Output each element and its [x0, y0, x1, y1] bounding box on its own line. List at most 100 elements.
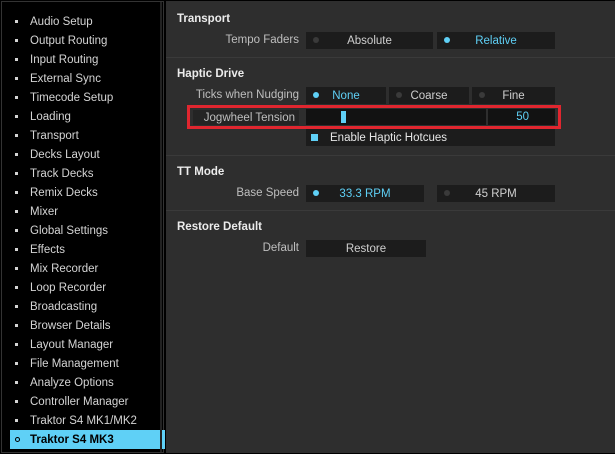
sidebar-item[interactable]: Timecode Setup [10, 88, 165, 107]
ticks-coarse-button[interactable]: Coarse [389, 87, 469, 104]
bullet-icon [15, 39, 18, 42]
section-divider [166, 57, 615, 58]
bullet-icon [15, 305, 18, 308]
bullet-icon [15, 172, 18, 175]
base-speed-45-rpm-button[interactable]: 45 RPM [437, 185, 555, 202]
sidebar-item[interactable]: Mix Recorder [10, 259, 165, 278]
sidebar-item[interactable]: Browser Details [10, 316, 165, 335]
slider-handle[interactable] [341, 111, 346, 123]
settings-panel: Transport Tempo Faders Absolute Relative… [166, 1, 615, 453]
enable-haptic-hotcues-checkbox[interactable]: Enable Haptic Hotcues [306, 129, 555, 146]
preferences-sidebar: Audio Setup Output Routing Input Routing Ex… [1, 1, 165, 453]
default-label: Default [262, 242, 299, 254]
absolute-label: Absolute [347, 34, 392, 47]
base-speed-33-rpm-button[interactable]: 33.3 RPM [306, 185, 424, 202]
sidebar-item-label: Layout Manager [30, 338, 114, 351]
sidebar-scrollbar[interactable] [160, 2, 162, 452]
bullet-icon [15, 343, 18, 346]
sidebar-item[interactable]: Broadcasting [10, 297, 165, 316]
sidebar-item[interactable]: File Management [10, 354, 165, 373]
bullet-icon [15, 134, 18, 137]
bullet-icon [15, 248, 18, 251]
bullet-icon [15, 20, 18, 23]
tempo-faders-relative-button[interactable]: Relative [437, 32, 555, 49]
fine-label: Fine [502, 89, 525, 102]
sidebar-item-label: External Sync [30, 72, 101, 85]
sidebar-item[interactable]: Layout Manager [10, 335, 165, 354]
sidebar-item-label: Mix Recorder [30, 262, 99, 275]
tempo-faders-label: Tempo Faders [225, 34, 299, 46]
sidebar-item-label: Traktor S4 MK1/MK2 [30, 414, 137, 427]
sidebar-item-label: File Management [30, 357, 119, 370]
restore-button[interactable]: Restore [306, 240, 426, 257]
radio-indicator-icon [313, 37, 319, 43]
tempo-faders-absolute-button[interactable]: Absolute [306, 32, 433, 49]
restore-label: Restore [345, 242, 387, 255]
sidebar-item[interactable]: Remix Decks [10, 183, 165, 202]
base-speed-label: Base Speed [236, 187, 299, 199]
sidebar-item-label: Loading [30, 110, 71, 123]
sidebar-item[interactable]: Audio Setup [10, 12, 165, 31]
radio-indicator-icon [396, 92, 402, 98]
bullet-icon [15, 58, 18, 61]
sidebar-item-label: Input Routing [30, 53, 99, 66]
ticks-fine-button[interactable]: Fine [472, 87, 555, 104]
restore-default-section-title: Restore Default [177, 221, 262, 233]
sidebar-item[interactable]: Input Routing [10, 50, 165, 69]
sidebar-item-label: Track Decks [30, 167, 94, 180]
bullet-icon [15, 267, 18, 270]
section-divider [166, 155, 615, 156]
radio-indicator-icon [313, 92, 319, 98]
bullet-icon [15, 77, 18, 80]
sidebar-item[interactable]: Mixer [10, 202, 165, 221]
ticks-none-button[interactable]: None [306, 87, 386, 104]
rpm-33-label: 33.3 RPM [339, 187, 391, 200]
sidebar-list: Audio Setup Output Routing Input Routing Ex… [10, 12, 165, 449]
sidebar-item-label: Traktor S4 MK3 [30, 433, 114, 446]
radio-indicator-icon [444, 37, 450, 43]
sidebar-item[interactable]: Transport [10, 126, 165, 145]
sidebar-item[interactable]: Global Settings [10, 221, 165, 240]
sidebar-item[interactable]: External Sync [10, 69, 165, 88]
sidebar-item[interactable]: Effects [10, 240, 165, 259]
sidebar-item-label: Global Settings [30, 224, 108, 237]
jogwheel-tension-value[interactable]: 50 [488, 109, 555, 125]
ticks-when-nudging-label: Ticks when Nudging [195, 89, 299, 101]
sidebar-item-label: Timecode Setup [30, 91, 114, 104]
sidebar-item-label: Mixer [30, 205, 59, 218]
sidebar-item[interactable]: Traktor S4 MK3 [10, 430, 165, 449]
bullet-icon [15, 210, 18, 213]
bullet-icon [15, 286, 18, 289]
jogwheel-tension-slider[interactable] [306, 109, 486, 125]
transport-section-title: Transport [177, 13, 231, 25]
sidebar-item[interactable]: Track Decks [10, 164, 165, 183]
jogwheel-tension-label: Jogwheel Tension [193, 110, 299, 125]
radio-indicator-icon [313, 190, 319, 196]
rpm-45-label: 45 RPM [475, 187, 517, 200]
bullet-icon [15, 381, 18, 384]
sidebar-item-label: Browser Details [30, 319, 111, 332]
sidebar-item[interactable]: Decks Layout [10, 145, 165, 164]
sidebar-item[interactable]: Loading [10, 107, 165, 126]
bullet-icon [15, 115, 18, 118]
relative-label: Relative [475, 34, 517, 47]
sidebar-item[interactable]: Controller Manager [10, 392, 165, 411]
bullet-icon [15, 153, 18, 156]
sidebar-item-label: Broadcasting [30, 300, 98, 313]
sidebar-item[interactable]: Output Routing [10, 31, 165, 50]
section-divider [166, 210, 615, 211]
checkbox-checked-icon [311, 134, 318, 141]
selected-circle-icon [15, 437, 20, 442]
bullet-icon [15, 419, 18, 422]
bullet-icon [15, 96, 18, 99]
bullet-icon [15, 324, 18, 327]
none-label: None [332, 89, 360, 102]
sidebar-item[interactable]: Loop Recorder [10, 278, 165, 297]
sidebar-item-label: Loop Recorder [30, 281, 107, 294]
sidebar-item[interactable]: Traktor S4 MK1/MK2 [10, 411, 165, 430]
sidebar-item-label: Analyze Options [30, 376, 114, 389]
sidebar-item-label: Output Routing [30, 34, 108, 47]
radio-indicator-icon [479, 92, 485, 98]
sidebar-item[interactable]: Analyze Options [10, 373, 165, 392]
enable-haptic-hotcues-label: Enable Haptic Hotcues [330, 131, 447, 144]
